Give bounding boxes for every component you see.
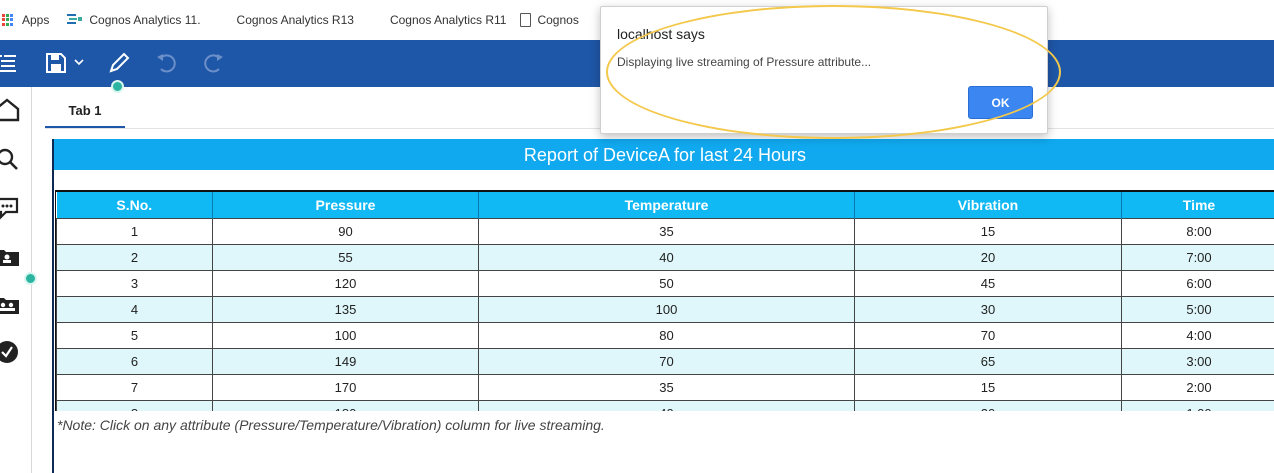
bookmark-label: Apps [22, 13, 50, 27]
edit-status-badge [111, 80, 124, 93]
column-header-sno: S.No. [56, 192, 213, 218]
cell-pressure[interactable]: 120 [212, 269, 479, 297]
cognos-icon [67, 14, 83, 24]
cell-pressure[interactable]: 100 [212, 321, 479, 349]
dotgrid-icon [368, 13, 384, 27]
report-table: S.No. Pressure Temperature Vibration Tim… [56, 192, 1274, 411]
cell-sno: 3 [56, 269, 213, 297]
cell-sno: 2 [56, 243, 213, 271]
apps-grid-icon [2, 14, 14, 26]
dialog-title: localhost says [617, 26, 705, 42]
document-icon [520, 13, 532, 27]
table-row: 8 180 40 20 1:00 [56, 399, 1274, 411]
cell-sno: 1 [56, 217, 213, 245]
tab-label: Tab 1 [68, 103, 102, 118]
table-row: 4 135 100 30 5:00 [56, 295, 1274, 323]
streaming-note: *Note: Click on any attribute (Pressure/… [57, 417, 605, 433]
column-header-temperature[interactable]: Temperature [478, 192, 855, 218]
bookmark-cognos-3[interactable]: Cognos Analytics R11 [368, 0, 507, 40]
cell-vibration[interactable]: 15 [854, 373, 1122, 401]
bookmark-label: Cognos [537, 13, 579, 27]
cell-temperature[interactable]: 50 [478, 269, 855, 297]
cell-vibration[interactable]: 20 [854, 243, 1122, 271]
table-header-row: S.No. Pressure Temperature Vibration Tim… [56, 192, 1274, 218]
cell-pressure[interactable]: 170 [212, 373, 479, 401]
bookmark-label: Cognos Analytics 11. [89, 13, 201, 27]
search-icon[interactable] [0, 147, 20, 173]
table-row: 3 120 50 45 6:00 [56, 269, 1274, 297]
left-sidebar [0, 87, 37, 473]
cell-pressure[interactable]: 90 [212, 217, 479, 245]
cell-temperature[interactable]: 70 [478, 347, 855, 375]
cell-sno: 7 [56, 373, 213, 401]
cell-sno: 6 [56, 347, 213, 375]
team-folder-icon[interactable] [0, 244, 20, 270]
cell-pressure[interactable]: 180 [212, 399, 479, 411]
cell-pressure[interactable]: 55 [212, 243, 479, 271]
cell-time: 3:00 [1121, 347, 1274, 375]
bookmark-cognos-4[interactable]: Cognos [520, 0, 579, 40]
cell-sno: 5 [56, 321, 213, 349]
cell-time: 6:00 [1121, 269, 1274, 297]
report-table-container[interactable]: S.No. Pressure Temperature Vibration Tim… [55, 190, 1274, 411]
cell-vibration[interactable]: 45 [854, 269, 1122, 297]
table-row: 5 100 80 70 4:00 [56, 321, 1274, 349]
cell-temperature[interactable]: 40 [478, 399, 855, 411]
column-header-vibration[interactable]: Vibration [854, 192, 1122, 218]
menu-icon[interactable] [0, 53, 18, 73]
cell-vibration[interactable]: 20 [854, 399, 1122, 411]
ok-button[interactable]: OK [968, 86, 1033, 119]
bookmark-label: Cognos Analytics R13 [236, 13, 354, 27]
cell-time: 4:00 [1121, 321, 1274, 349]
cell-temperature[interactable]: 80 [478, 321, 855, 349]
cell-temperature[interactable]: 35 [478, 373, 855, 401]
dotgrid-icon [215, 13, 231, 27]
save-icon[interactable] [45, 52, 67, 74]
table-row: 6 149 70 65 3:00 [56, 347, 1274, 375]
cell-sno: 4 [56, 295, 213, 323]
undo-icon[interactable] [156, 53, 178, 73]
cell-time: 2:00 [1121, 373, 1274, 401]
cell-temperature[interactable]: 100 [478, 295, 855, 323]
cell-sno: 8 [56, 399, 213, 411]
alert-dialog: localhost says Displaying live streaming… [600, 6, 1048, 134]
column-header-pressure[interactable]: Pressure [212, 192, 479, 218]
bookmark-apps[interactable]: Apps [0, 0, 49, 40]
cell-time: 8:00 [1121, 217, 1274, 245]
table-row: 2 55 40 20 7:00 [56, 243, 1274, 271]
shared-folder-icon[interactable] [0, 292, 20, 318]
cell-temperature[interactable]: 35 [478, 217, 855, 245]
bookmark-cognos-2[interactable]: Cognos Analytics R13 [215, 0, 354, 40]
column-header-time: Time [1121, 192, 1274, 218]
cell-vibration[interactable]: 70 [854, 321, 1122, 349]
home-icon[interactable] [0, 97, 20, 123]
dialog-message: Displaying live streaming of Pressure at… [617, 55, 872, 69]
cell-temperature[interactable]: 40 [478, 243, 855, 271]
table-row: 1 90 35 15 8:00 [56, 217, 1274, 245]
cell-time: 7:00 [1121, 243, 1274, 271]
cell-pressure[interactable]: 135 [212, 295, 479, 323]
table-row: 7 170 35 15 2:00 [56, 373, 1274, 401]
cell-vibration[interactable]: 15 [854, 217, 1122, 245]
cell-time: 1:00 [1121, 399, 1274, 411]
check-circle-icon[interactable] [0, 339, 20, 365]
report-title: Report of DeviceA for last 24 Hours [54, 139, 1274, 170]
redo-icon[interactable] [202, 53, 224, 73]
cell-vibration[interactable]: 30 [854, 295, 1122, 323]
tab-1[interactable]: Tab 1 [45, 95, 125, 128]
chat-icon[interactable] [0, 195, 20, 221]
report-canvas: Report of DeviceA for last 24 Hours S.No… [52, 139, 1274, 473]
notification-badge [24, 272, 37, 285]
chevron-down-icon[interactable] [74, 59, 84, 67]
cell-pressure[interactable]: 149 [212, 347, 479, 375]
bookmark-label: Cognos Analytics R11 [389, 13, 507, 27]
cell-time: 5:00 [1121, 295, 1274, 323]
cell-vibration[interactable]: 65 [854, 347, 1122, 375]
bookmark-cognos-1[interactable]: Cognos Analytics 11. [67, 0, 201, 40]
edit-pencil-icon[interactable] [107, 51, 131, 75]
